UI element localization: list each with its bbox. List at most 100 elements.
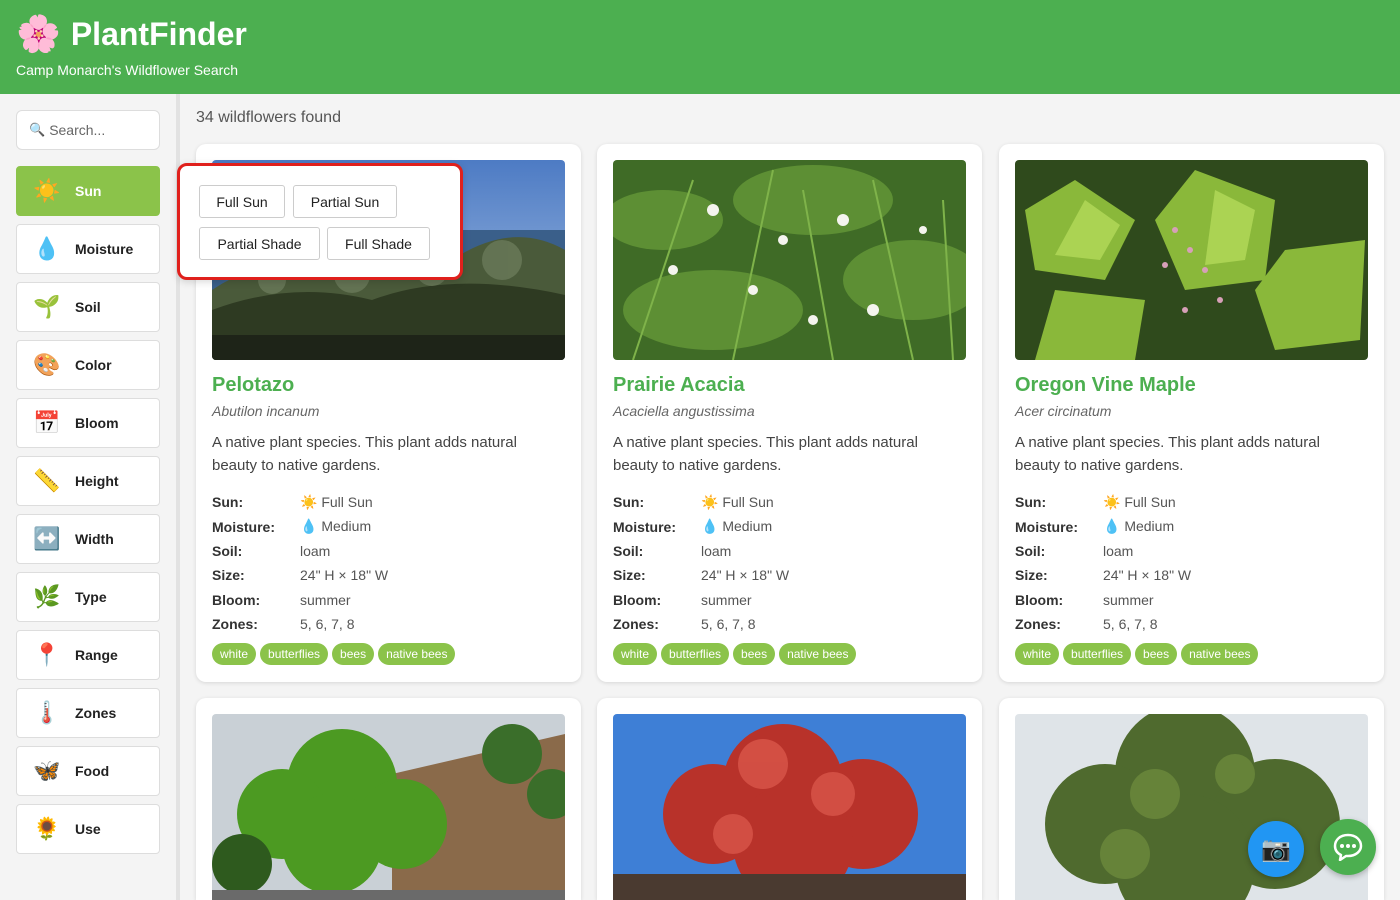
attr-label: Bloom: bbox=[1015, 591, 1064, 608]
scientific-name: Abutilon incanum bbox=[212, 403, 320, 419]
tag-list: white butterflies bees native bees bbox=[212, 643, 459, 665]
attr-size-value: 24" H × 18" W bbox=[300, 567, 389, 584]
thermometer-icon: 🌡️ bbox=[33, 700, 61, 725]
attr-label: Sun: bbox=[613, 494, 645, 511]
tag[interactable]: native bees bbox=[378, 643, 456, 665]
filter-sun-button[interactable]: ☀️ Sun bbox=[16, 166, 160, 216]
sunflower-icon: 🌻 bbox=[33, 816, 61, 841]
camera-icon: 📷 bbox=[1261, 835, 1291, 863]
plant-name[interactable]: Pelotazo bbox=[212, 374, 294, 397]
plant-description: A native plant species. This plant adds … bbox=[1015, 434, 1320, 474]
left-right-arrow-icon: ↔️ bbox=[33, 526, 61, 551]
attr-zones-value: 5, 6, 7, 8 bbox=[300, 616, 355, 633]
attr-soil-value: loam bbox=[1103, 542, 1134, 559]
tag[interactable]: butterflies bbox=[260, 643, 329, 665]
calendar-icon: 📅 bbox=[33, 410, 61, 435]
sun-icon: ☀️ bbox=[33, 178, 61, 203]
filter-zones-button[interactable]: 🌡️ Zones bbox=[16, 688, 160, 738]
tag-list: white butterflies bees native bees bbox=[1015, 643, 1262, 665]
tag[interactable]: bees bbox=[332, 643, 375, 665]
attr-label: Sun: bbox=[212, 494, 244, 511]
app-subtitle: Camp Monarch's Wildflower Search bbox=[16, 62, 239, 78]
filter-label: Soil bbox=[75, 299, 101, 315]
plant-name[interactable]: Prairie Acacia bbox=[613, 374, 745, 397]
search-input[interactable] bbox=[49, 122, 150, 138]
search-box[interactable]: 🔍 bbox=[16, 110, 160, 150]
flower-logo-icon: 🌸 bbox=[16, 13, 61, 54]
camera-button[interactable]: 📷 bbox=[1248, 821, 1304, 877]
filter-use-button[interactable]: 🌻 Use bbox=[16, 804, 160, 854]
attr-label: Size: bbox=[1015, 567, 1048, 584]
tag[interactable]: butterflies bbox=[661, 643, 730, 665]
scientific-name: Acer circinatum bbox=[1015, 403, 1112, 419]
attr-label: Size: bbox=[212, 567, 245, 584]
attr-size-value: 24" H × 18" W bbox=[701, 567, 790, 584]
attr-label: Size: bbox=[613, 567, 646, 584]
filter-label: Type bbox=[75, 589, 107, 605]
filter-bloom-button[interactable]: 📅 Bloom bbox=[16, 398, 160, 448]
tag[interactable]: white bbox=[613, 643, 658, 665]
seedling-icon: 🌱 bbox=[33, 294, 61, 319]
option-full-shade[interactable]: Full Shade bbox=[327, 227, 430, 260]
plant-photo-image bbox=[212, 714, 565, 900]
filter-label: Moisture bbox=[75, 241, 134, 257]
attr-label: Soil: bbox=[613, 542, 644, 559]
filter-label: Width bbox=[75, 531, 114, 547]
filter-label: Height bbox=[75, 473, 119, 489]
tag[interactable]: white bbox=[212, 643, 257, 665]
plant-card[interactable] bbox=[196, 698, 581, 900]
attr-moisture-value: 💧 Medium bbox=[701, 518, 773, 535]
attr-label: Zones: bbox=[212, 616, 258, 633]
plant-card[interactable]: Oregon Vine Maple Acer circinatum A nati… bbox=[999, 144, 1384, 682]
option-partial-sun[interactable]: Partial Sun bbox=[293, 185, 397, 218]
tag[interactable]: butterflies bbox=[1063, 643, 1132, 665]
filter-range-button[interactable]: 📍 Range bbox=[16, 630, 160, 680]
filter-label: Bloom bbox=[75, 415, 119, 431]
plant-name[interactable]: Oregon Vine Maple bbox=[1015, 374, 1196, 397]
filter-soil-button[interactable]: 🌱 Soil bbox=[16, 282, 160, 332]
filter-type-button[interactable]: 🌿 Type bbox=[16, 572, 160, 622]
filter-moisture-button[interactable]: 💧 Moisture bbox=[16, 224, 160, 274]
plant-card[interactable] bbox=[597, 698, 982, 900]
attr-label: Bloom: bbox=[613, 591, 662, 608]
palette-icon: 🎨 bbox=[33, 352, 61, 377]
plant-photo[interactable] bbox=[1015, 714, 1368, 900]
brand[interactable]: 🌸 PlantFinder bbox=[16, 14, 247, 54]
plant-photo[interactable] bbox=[613, 160, 966, 360]
herb-icon: 🌿 bbox=[33, 584, 61, 609]
filter-color-button[interactable]: 🎨 Color bbox=[16, 340, 160, 390]
tag[interactable]: native bees bbox=[779, 643, 857, 665]
filter-height-button[interactable]: 📏 Height bbox=[16, 456, 160, 506]
attr-label: Zones: bbox=[1015, 616, 1061, 633]
app-header: 🌸 PlantFinder Camp Monarch's Wildflower … bbox=[0, 0, 1400, 94]
butterfly-icon: 🦋 bbox=[33, 758, 61, 783]
tag[interactable]: native bees bbox=[1181, 643, 1259, 665]
filter-label: Food bbox=[75, 763, 110, 779]
option-partial-shade[interactable]: Partial Shade bbox=[199, 227, 320, 260]
plant-photo-image bbox=[1015, 714, 1368, 900]
plant-description: A native plant species. This plant adds … bbox=[613, 434, 918, 474]
attr-size-value: 24" H × 18" W bbox=[1103, 567, 1192, 584]
plant-card[interactable] bbox=[999, 698, 1384, 900]
filter-label: Sun bbox=[75, 183, 102, 199]
attr-moisture-value: 💧 Medium bbox=[1103, 518, 1175, 535]
tag[interactable]: bees bbox=[733, 643, 776, 665]
sun-filter-popup: Full Sun Partial Sun Partial Shade Full … bbox=[177, 163, 463, 280]
chat-button[interactable] bbox=[1320, 819, 1376, 875]
option-full-sun[interactable]: Full Sun bbox=[199, 185, 285, 218]
plant-card[interactable]: Prairie Acacia Acaciella angustissima A … bbox=[597, 144, 982, 682]
tag[interactable]: bees bbox=[1135, 643, 1178, 665]
attr-sun-value: ☀️ Full Sun bbox=[300, 493, 373, 510]
droplet-icon: 💧 bbox=[33, 236, 61, 261]
filter-width-button[interactable]: ↔️ Width bbox=[16, 514, 160, 564]
tag[interactable]: white bbox=[1015, 643, 1060, 665]
search-icon: 🔍 bbox=[29, 122, 46, 137]
attr-bloom-value: summer bbox=[701, 591, 752, 608]
plant-photo[interactable] bbox=[212, 714, 565, 900]
plant-photo[interactable] bbox=[613, 714, 966, 900]
plant-photo[interactable] bbox=[1015, 160, 1368, 360]
attr-soil-value: loam bbox=[300, 542, 331, 559]
plant-attributes: Sun: ☀️ Full Sun Moisture: 💧 Medium Soil: l… bbox=[613, 490, 953, 636]
filter-food-button[interactable]: 🦋 Food bbox=[16, 746, 160, 796]
plant-attributes: Sun: ☀️ Full Sun Moisture: 💧 Medium Soil: l… bbox=[212, 490, 552, 636]
